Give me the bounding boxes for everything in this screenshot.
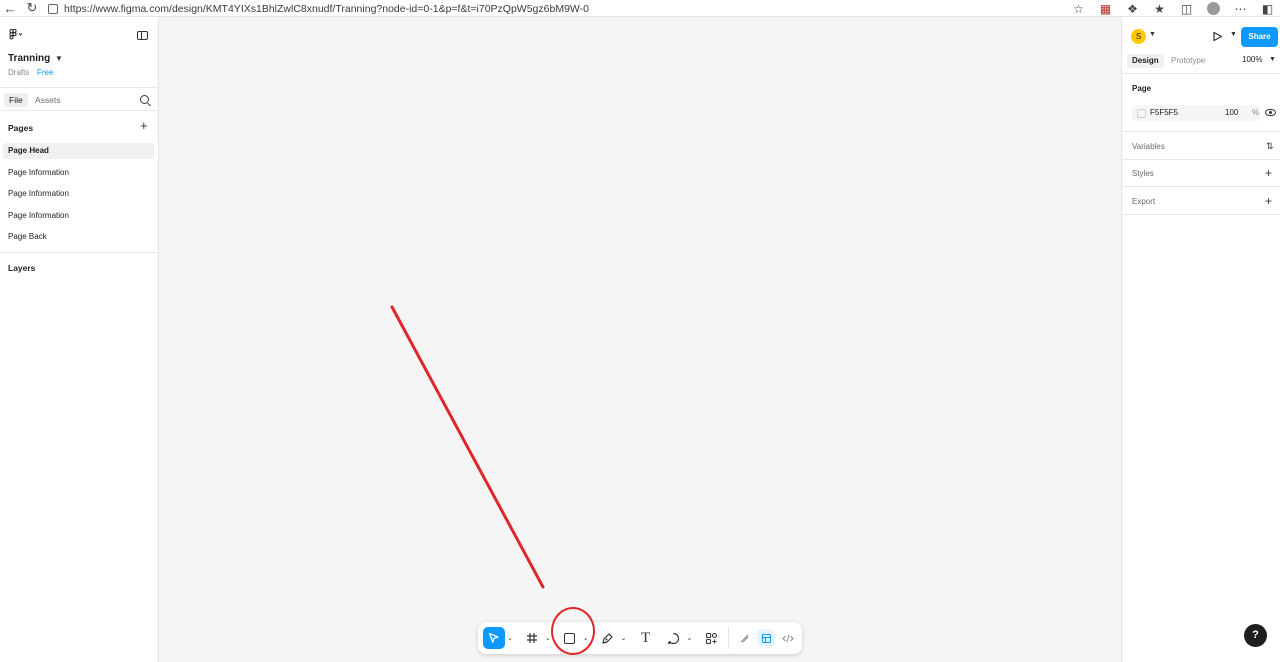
page-opacity[interactable]: 100 xyxy=(1225,108,1238,117)
tab-file[interactable]: File xyxy=(4,93,28,107)
left-tabs: File Assets xyxy=(0,87,159,111)
export-heading: Export xyxy=(1132,197,1156,206)
tab-assets[interactable]: Assets xyxy=(30,93,66,107)
pen-tool-button[interactable] xyxy=(597,627,619,649)
canvas[interactable] xyxy=(160,17,1121,662)
toggle-ui-icon[interactable] xyxy=(137,31,148,40)
comment-tool-button[interactable] xyxy=(662,627,684,649)
variables-sliders-icon[interactable]: ⇅ xyxy=(1266,141,1274,152)
divider xyxy=(0,252,159,253)
more-menu-icon[interactable]: ⋯ xyxy=(1234,2,1247,16)
text-t-icon: T xyxy=(640,629,651,646)
reload-icon[interactable]: ↻ xyxy=(22,0,42,17)
toolbar-divider xyxy=(728,627,730,649)
eye-visibility-icon[interactable] xyxy=(1265,109,1276,116)
url-text: https://www.figma.com/design/KMT4YIXs1Bh… xyxy=(64,2,589,15)
page-item[interactable]: Page Back xyxy=(3,229,154,245)
browser-actions: ☆ ▦ ❖ ★ ◫ ⋯ ◧ xyxy=(1072,0,1280,17)
chevron-down-icon[interactable]: ▼ xyxy=(55,54,63,63)
frame-tool-button[interactable] xyxy=(521,627,543,649)
favorites-icon[interactable]: ★ xyxy=(1153,2,1166,16)
pen-icon xyxy=(602,632,613,644)
dev-mode-button[interactable] xyxy=(779,629,797,647)
page-color-hex[interactable]: F5F5F5 xyxy=(1150,108,1178,117)
divider xyxy=(1122,131,1280,132)
pages-heading: Pages xyxy=(8,123,34,133)
chevron-down-icon[interactable]: ⌄ xyxy=(581,634,591,642)
tab-design[interactable]: Design xyxy=(1127,54,1164,68)
design-mode-button[interactable] xyxy=(757,629,776,647)
page-item[interactable]: Page Information xyxy=(3,186,154,202)
actions-tool-button[interactable] xyxy=(700,627,722,649)
chevron-down-icon[interactable]: ▼ xyxy=(1269,56,1276,63)
present-play-icon[interactable] xyxy=(1212,31,1223,42)
chevron-down-icon[interactable]: ⌄ xyxy=(684,634,694,642)
rectangle-icon xyxy=(564,632,576,644)
opacity-unit: % xyxy=(1252,108,1260,117)
left-panel: Tranning ▼ Drafts Free File Assets Pages… xyxy=(0,17,159,662)
figma-menu-icon[interactable] xyxy=(9,28,23,43)
browser-profile-avatar[interactable] xyxy=(1207,2,1220,15)
browser-toolbar: ← ↻ https://www.figma.com/design/KMT4YIX… xyxy=(0,0,1280,17)
extensions-puzzle-icon[interactable]: ❖ xyxy=(1126,2,1139,16)
sidebar-toggle-icon[interactable]: ◧ xyxy=(1261,2,1274,16)
styles-heading: Styles xyxy=(1132,169,1154,178)
bottom-toolbar: ⌄ ⌄ ⌄ ⌄ T ⌄ xyxy=(478,622,802,654)
rectangle-tool-button[interactable] xyxy=(559,627,581,649)
frame-hash-icon xyxy=(526,633,537,643)
help-button[interactable]: ? xyxy=(1244,624,1267,647)
divider xyxy=(1122,214,1280,215)
code-brackets-icon xyxy=(782,634,794,642)
add-page-icon[interactable]: + xyxy=(140,119,148,132)
page-section-heading: Page xyxy=(1132,84,1152,93)
zoom-level[interactable]: 100% xyxy=(1242,55,1262,64)
chevron-down-icon[interactable]: ⌄ xyxy=(619,634,629,642)
divider xyxy=(1122,159,1280,160)
design-mode-icon xyxy=(761,633,771,643)
page-color-field[interactable]: F5F5F5 100 % xyxy=(1132,105,1260,121)
tab-prototype[interactable]: Prototype xyxy=(1166,54,1210,68)
layers-heading: Layers xyxy=(8,263,36,273)
page-item[interactable]: Page Head xyxy=(3,143,154,159)
back-arrow-icon[interactable]: ← xyxy=(0,0,20,17)
divider xyxy=(1122,73,1280,74)
site-info-icon[interactable] xyxy=(48,3,58,14)
chevron-down-icon[interactable]: ⌄ xyxy=(505,634,515,642)
plan-badge[interactable]: Free xyxy=(37,68,53,77)
chevron-down-icon[interactable]: ⌄ xyxy=(543,634,553,642)
page-item[interactable]: Page Information xyxy=(3,165,154,181)
collections-icon[interactable]: ◫ xyxy=(1180,2,1193,16)
file-name[interactable]: Tranning xyxy=(8,53,50,64)
address-bar[interactable]: https://www.figma.com/design/KMT4YIXs1Bh… xyxy=(48,0,589,17)
draw-mode-button[interactable] xyxy=(735,629,753,647)
move-tool-button[interactable] xyxy=(483,627,505,649)
draw-pencil-icon xyxy=(740,634,749,642)
share-button[interactable]: Share xyxy=(1241,27,1278,47)
cursor-arrow-icon xyxy=(488,632,499,643)
add-export-icon[interactable]: + xyxy=(1265,195,1272,207)
annotation-arrow-line xyxy=(390,305,545,589)
divider xyxy=(1122,186,1280,187)
page-item[interactable]: Page Information xyxy=(3,208,154,224)
user-avatar[interactable]: S xyxy=(1131,29,1146,44)
search-icon[interactable] xyxy=(140,95,149,104)
text-tool-button[interactable]: T xyxy=(635,627,657,649)
variables-heading: Variables xyxy=(1132,142,1165,151)
color-swatch[interactable] xyxy=(1137,109,1146,118)
chevron-down-icon[interactable]: ▼ xyxy=(1230,31,1237,38)
bookmark-star-icon[interactable]: ☆ xyxy=(1072,2,1085,16)
figma-logo-icon xyxy=(9,28,23,40)
extension-calendar-icon[interactable]: ▦ xyxy=(1099,2,1112,16)
comment-bubble-icon xyxy=(667,632,679,644)
chevron-down-icon[interactable]: ▼ xyxy=(1149,31,1156,38)
right-panel: S ▼ ▼ Share Design Prototype 100% ▼ Page… xyxy=(1121,17,1280,662)
components-grid-icon xyxy=(705,632,717,644)
add-style-icon[interactable]: + xyxy=(1265,167,1272,179)
file-location[interactable]: Drafts xyxy=(8,68,29,77)
